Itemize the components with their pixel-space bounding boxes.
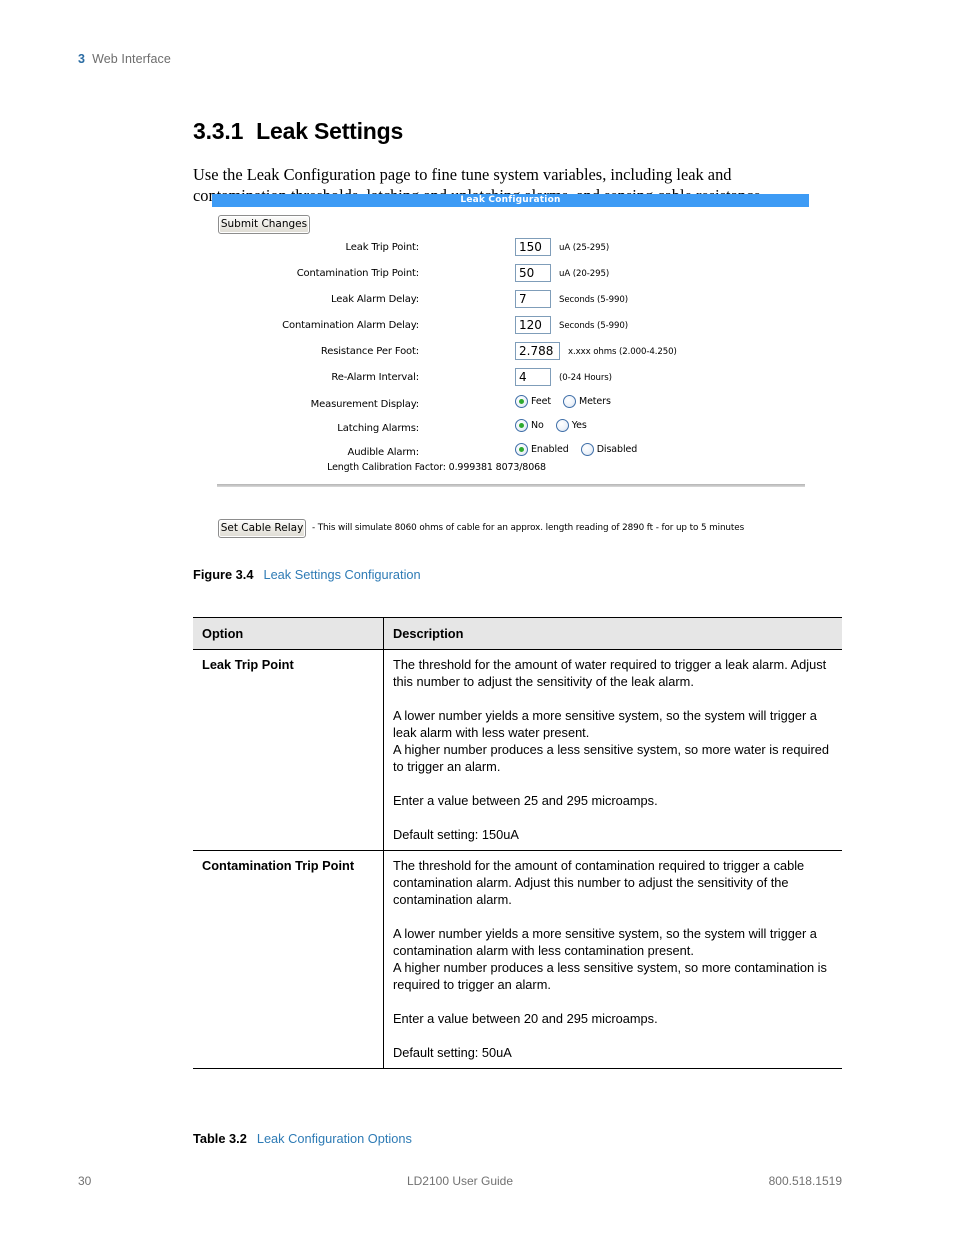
latching-alarms-label: Latching Alarms: (337, 423, 419, 434)
radio-option-meters-label: Meters (578, 396, 611, 407)
radio-unselected-icon[interactable] (562, 395, 576, 408)
footer-phone: 800.518.1519 (768, 1174, 842, 1188)
horizontal-divider (217, 484, 805, 487)
table-caption-number: Table 3.2 (193, 1131, 247, 1146)
re-alarm-interval-input[interactable] (515, 368, 551, 386)
section-number: 3.3.1 (193, 118, 244, 145)
leak-configuration-options-table: Option Description Leak Trip Point The t… (193, 617, 842, 1069)
submit-changes-button[interactable]: Submit Changes (218, 215, 310, 234)
resistance-per-foot-hint: x.xxx ohms (2.000-4.250) (568, 347, 677, 357)
radio-option-meters[interactable]: Meters (562, 395, 611, 408)
radio-unselected-icon[interactable] (580, 443, 594, 456)
audible-alarm-label: Audible Alarm: (347, 447, 420, 458)
radio-option-enabled[interactable]: Enabled (515, 443, 569, 456)
description-paragraph: A higher number produces a less sensitiv… (393, 742, 829, 774)
leak-trip-point-label: Leak Trip Point: (345, 242, 420, 253)
description-paragraph: A lower number yields a more sensitive s… (393, 926, 817, 958)
radio-option-disabled[interactable]: Disabled (580, 443, 638, 456)
radio-option-disabled-label: Disabled (596, 444, 638, 455)
re-alarm-interval-label: Re-Alarm Interval: (331, 372, 419, 383)
table-row: Contamination Trip Point The threshold f… (193, 850, 842, 1069)
leak-alarm-delay-label: Leak Alarm Delay: (330, 294, 419, 305)
set-cable-relay-button[interactable]: Set Cable Relay (218, 519, 306, 538)
form-row-resistance-per-foot: Resistance Per Foot: x.xxx ohms (2.000-4… (212, 342, 809, 364)
form-row-re-alarm-interval: Re-Alarm Interval: (0-24 Hours) (212, 368, 809, 390)
radio-selected-icon[interactable] (515, 419, 528, 432)
measurement-display-group: Feet Meters (515, 395, 618, 408)
figure-caption-text: Leak Settings Configuration (263, 567, 421, 582)
contamination-alarm-delay-input[interactable] (515, 316, 551, 334)
section-title: Leak Settings (256, 118, 404, 145)
table-caption: Table 3.2 Leak Configuration Options (193, 1131, 412, 1146)
radio-selected-icon[interactable] (515, 443, 528, 456)
radio-row-measurement-display: Measurement Display: Feet Meters (212, 395, 809, 415)
leak-configuration-screenshot: Leak Configuration Submit Changes Leak T… (212, 194, 809, 544)
description-paragraph: The threshold for the amount of water re… (393, 657, 827, 689)
table-header-row: Option Description (193, 617, 842, 650)
contamination-trip-point-input[interactable] (515, 264, 551, 282)
radio-option-no-label: No (531, 420, 544, 431)
form-row-leak-alarm-delay: Leak Alarm Delay: Seconds (5-990) (212, 290, 809, 312)
radio-option-enabled-label: Enabled (531, 444, 569, 455)
description-paragraph: A higher number produces a less sensitiv… (393, 960, 827, 992)
description-paragraph: Enter a value between 25 and 295 microam… (393, 793, 658, 808)
table-caption-text: Leak Configuration Options (256, 1131, 412, 1146)
table-row: Leak Trip Point The threshold for the am… (193, 649, 842, 851)
form-row-contamination-alarm-delay: Contamination Alarm Delay: Seconds (5-99… (212, 316, 809, 338)
table-cell-option: Leak Trip Point (193, 649, 384, 851)
contamination-trip-point-hint: uA (20-295) (559, 269, 610, 279)
table-cell-option: Contamination Trip Point (193, 850, 384, 1069)
page-title: 3.3.1 Leak Settings (193, 118, 403, 145)
description-paragraph: The threshold for the amount of contamin… (393, 858, 805, 907)
figure-caption: Figure 3.4 Leak Settings Configuration (193, 567, 421, 582)
resistance-per-foot-input[interactable] (515, 342, 560, 360)
leak-alarm-delay-input[interactable] (515, 290, 551, 308)
set-cable-relay-note: - This will simulate 8060 ohms of cable … (312, 523, 745, 533)
table-cell-description: The threshold for the amount of contamin… (383, 850, 842, 1069)
form-row-leak-trip-point: Leak Trip Point: uA (25-295) (212, 238, 809, 260)
contamination-alarm-delay-hint: Seconds (5-990) (559, 321, 629, 331)
re-alarm-interval-hint: (0-24 Hours) (559, 373, 612, 383)
description-paragraph: A lower number yields a more sensitive s… (393, 708, 817, 740)
figure-caption-number: Figure 3.4 (193, 567, 254, 582)
audible-alarm-group: Enabled Disabled (515, 443, 644, 456)
radio-option-yes-label: Yes (571, 420, 587, 431)
contamination-trip-point-label: Contamination Trip Point: (296, 268, 419, 279)
form-row-contamination-trip-point: Contamination Trip Point: uA (20-295) (212, 264, 809, 286)
radio-row-audible-alarm: Audible Alarm: Enabled Disabled (212, 443, 809, 463)
description-paragraph: Enter a value between 20 and 295 microam… (393, 1011, 658, 1026)
leak-alarm-delay-hint: Seconds (5-990) (559, 295, 629, 305)
radio-row-latching-alarms: Latching Alarms: No Yes (212, 419, 809, 439)
radio-option-yes[interactable]: Yes (555, 419, 587, 432)
running-header: 3 Web Interface (78, 52, 171, 66)
description-paragraph: Default setting: 50uA (393, 1045, 512, 1060)
table-cell-description: The threshold for the amount of water re… (383, 649, 842, 851)
radio-option-feet-label: Feet (531, 396, 551, 407)
radio-option-feet[interactable]: Feet (515, 395, 551, 408)
header-chapter-number: 3 (78, 52, 86, 66)
header-chapter-name: Web Interface (92, 52, 171, 66)
app-titlebar: Leak Configuration (212, 194, 809, 207)
table-header-description: Description (383, 617, 842, 650)
description-paragraph: Default setting: 150uA (393, 827, 519, 842)
contamination-alarm-delay-label: Contamination Alarm Delay: (282, 320, 419, 331)
table-header-option: Option (193, 617, 384, 650)
radio-unselected-icon[interactable] (555, 419, 569, 432)
length-calibration-factor: Length Calibration Factor: 0.999381 8073… (327, 462, 546, 473)
radio-selected-icon[interactable] (515, 395, 528, 408)
latching-alarms-group: No Yes (515, 419, 594, 432)
leak-trip-point-input[interactable] (515, 238, 551, 256)
footer-document-title: LD2100 User Guide (406, 1174, 514, 1188)
measurement-display-label: Measurement Display: (310, 399, 419, 410)
leak-trip-point-hint: uA (25-295) (559, 243, 610, 253)
resistance-per-foot-label: Resistance Per Foot: (320, 346, 419, 357)
radio-option-no[interactable]: No (515, 419, 544, 432)
